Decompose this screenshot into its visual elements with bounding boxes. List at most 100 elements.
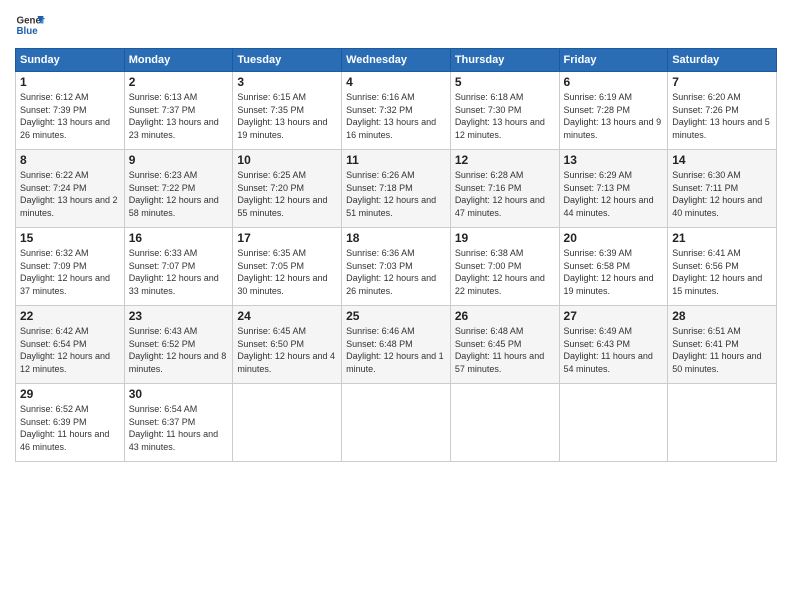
day-info: Sunrise: 6:41 AMSunset: 6:56 PMDaylight:… xyxy=(672,248,762,296)
calendar-cell: 29 Sunrise: 6:52 AMSunset: 6:39 PMDayligh… xyxy=(16,384,125,462)
day-number: 28 xyxy=(672,309,772,323)
weekday-header-thursday: Thursday xyxy=(450,49,559,72)
day-info: Sunrise: 6:29 AMSunset: 7:13 PMDaylight:… xyxy=(564,170,654,218)
day-info: Sunrise: 6:16 AMSunset: 7:32 PMDaylight:… xyxy=(346,92,436,140)
calendar-cell: 17 Sunrise: 6:35 AMSunset: 7:05 PMDayligh… xyxy=(233,228,342,306)
calendar-table: SundayMondayTuesdayWednesdayThursdayFrid… xyxy=(15,48,777,462)
calendar-cell: 2 Sunrise: 6:13 AMSunset: 7:37 PMDaylight… xyxy=(124,72,233,150)
day-info: Sunrise: 6:15 AMSunset: 7:35 PMDaylight:… xyxy=(237,92,327,140)
calendar-cell: 13 Sunrise: 6:29 AMSunset: 7:13 PMDayligh… xyxy=(559,150,668,228)
day-info: Sunrise: 6:38 AMSunset: 7:00 PMDaylight:… xyxy=(455,248,545,296)
day-info: Sunrise: 6:25 AMSunset: 7:20 PMDaylight:… xyxy=(237,170,327,218)
day-info: Sunrise: 6:45 AMSunset: 6:50 PMDaylight:… xyxy=(237,326,335,374)
day-number: 20 xyxy=(564,231,664,245)
calendar-cell: 26 Sunrise: 6:48 AMSunset: 6:45 PMDayligh… xyxy=(450,306,559,384)
day-number: 30 xyxy=(129,387,229,401)
day-number: 3 xyxy=(237,75,337,89)
calendar-cell: 15 Sunrise: 6:32 AMSunset: 7:09 PMDayligh… xyxy=(16,228,125,306)
calendar-cell: 1 Sunrise: 6:12 AMSunset: 7:39 PMDaylight… xyxy=(16,72,125,150)
weekday-header-tuesday: Tuesday xyxy=(233,49,342,72)
calendar-cell: 7 Sunrise: 6:20 AMSunset: 7:26 PMDaylight… xyxy=(668,72,777,150)
day-number: 1 xyxy=(20,75,120,89)
day-info: Sunrise: 6:19 AMSunset: 7:28 PMDaylight:… xyxy=(564,92,662,140)
calendar-cell: 6 Sunrise: 6:19 AMSunset: 7:28 PMDaylight… xyxy=(559,72,668,150)
calendar-cell: 10 Sunrise: 6:25 AMSunset: 7:20 PMDayligh… xyxy=(233,150,342,228)
calendar-week-row: 8 Sunrise: 6:22 AMSunset: 7:24 PMDaylight… xyxy=(16,150,777,228)
calendar-cell: 5 Sunrise: 6:18 AMSunset: 7:30 PMDaylight… xyxy=(450,72,559,150)
day-info: Sunrise: 6:30 AMSunset: 7:11 PMDaylight:… xyxy=(672,170,762,218)
weekday-header-friday: Friday xyxy=(559,49,668,72)
day-info: Sunrise: 6:39 AMSunset: 6:58 PMDaylight:… xyxy=(564,248,654,296)
day-number: 18 xyxy=(346,231,446,245)
calendar-cell: 22 Sunrise: 6:42 AMSunset: 6:54 PMDayligh… xyxy=(16,306,125,384)
day-info: Sunrise: 6:22 AMSunset: 7:24 PMDaylight:… xyxy=(20,170,118,218)
calendar-cell xyxy=(559,384,668,462)
calendar-cell xyxy=(450,384,559,462)
weekday-header-saturday: Saturday xyxy=(668,49,777,72)
day-number: 7 xyxy=(672,75,772,89)
day-number: 27 xyxy=(564,309,664,323)
day-info: Sunrise: 6:13 AMSunset: 7:37 PMDaylight:… xyxy=(129,92,219,140)
calendar-cell: 25Sunrise: 6:46 AMSunset: 6:48 PMDayligh… xyxy=(342,306,451,384)
weekday-header-wednesday: Wednesday xyxy=(342,49,451,72)
day-number: 19 xyxy=(455,231,555,245)
calendar-cell: 9Sunrise: 6:23 AMSunset: 7:22 PMDaylight… xyxy=(124,150,233,228)
day-number: 2 xyxy=(129,75,229,89)
day-number: 12 xyxy=(455,153,555,167)
day-number: 5 xyxy=(455,75,555,89)
day-number: 9 xyxy=(129,153,229,167)
day-info: Sunrise: 6:48 AMSunset: 6:45 PMDaylight:… xyxy=(455,326,544,374)
day-info: Sunrise: 6:43 AMSunset: 6:52 PMDaylight:… xyxy=(129,326,227,374)
logo: General Blue xyxy=(15,10,45,40)
weekday-header-row: SundayMondayTuesdayWednesdayThursdayFrid… xyxy=(16,49,777,72)
calendar-cell: 16 Sunrise: 6:33 AMSunset: 7:07 PMDayligh… xyxy=(124,228,233,306)
day-number: 10 xyxy=(237,153,337,167)
weekday-header-sunday: Sunday xyxy=(16,49,125,72)
day-number: 14 xyxy=(672,153,772,167)
calendar-cell: 8 Sunrise: 6:22 AMSunset: 7:24 PMDaylight… xyxy=(16,150,125,228)
calendar-cell: 14 Sunrise: 6:30 AMSunset: 7:11 PMDayligh… xyxy=(668,150,777,228)
day-number: 8 xyxy=(20,153,120,167)
day-number: 17 xyxy=(237,231,337,245)
day-number: 6 xyxy=(564,75,664,89)
calendar-cell: 4 Sunrise: 6:16 AMSunset: 7:32 PMDaylight… xyxy=(342,72,451,150)
calendar-week-row: 29 Sunrise: 6:52 AMSunset: 6:39 PMDayligh… xyxy=(16,384,777,462)
calendar-cell xyxy=(233,384,342,462)
day-number: 22 xyxy=(20,309,120,323)
day-number: 23 xyxy=(129,309,229,323)
day-info: Sunrise: 6:26 AMSunset: 7:18 PMDaylight:… xyxy=(346,170,436,218)
calendar-cell: 18 Sunrise: 6:36 AMSunset: 7:03 PMDayligh… xyxy=(342,228,451,306)
calendar-cell: 28Sunrise: 6:51 AMSunset: 6:41 PMDayligh… xyxy=(668,306,777,384)
day-info: Sunrise: 6:52 AMSunset: 6:39 PMDaylight:… xyxy=(20,404,109,452)
day-number: 16 xyxy=(129,231,229,245)
day-info: Sunrise: 6:35 AMSunset: 7:05 PMDaylight:… xyxy=(237,248,327,296)
day-number: 13 xyxy=(564,153,664,167)
calendar-cell: 30 Sunrise: 6:54 AMSunset: 6:37 PMDayligh… xyxy=(124,384,233,462)
day-info: Sunrise: 6:28 AMSunset: 7:16 PMDaylight:… xyxy=(455,170,545,218)
day-info: Sunrise: 6:36 AMSunset: 7:03 PMDaylight:… xyxy=(346,248,436,296)
day-info: Sunrise: 6:18 AMSunset: 7:30 PMDaylight:… xyxy=(455,92,545,140)
day-info: Sunrise: 6:12 AMSunset: 7:39 PMDaylight:… xyxy=(20,92,110,140)
day-info: Sunrise: 6:33 AMSunset: 7:07 PMDaylight:… xyxy=(129,248,219,296)
weekday-header-monday: Monday xyxy=(124,49,233,72)
day-number: 15 xyxy=(20,231,120,245)
day-info: Sunrise: 6:54 AMSunset: 6:37 PMDaylight:… xyxy=(129,404,218,452)
calendar-cell xyxy=(342,384,451,462)
day-info: Sunrise: 6:42 AMSunset: 6:54 PMDaylight:… xyxy=(20,326,110,374)
day-number: 21 xyxy=(672,231,772,245)
logo-icon: General Blue xyxy=(15,10,45,40)
day-number: 4 xyxy=(346,75,446,89)
page-header: General Blue xyxy=(15,10,777,40)
day-number: 24 xyxy=(237,309,337,323)
day-number: 11 xyxy=(346,153,446,167)
calendar-cell: 27 Sunrise: 6:49 AMSunset: 6:43 PMDayligh… xyxy=(559,306,668,384)
day-info: Sunrise: 6:20 AMSunset: 7:26 PMDaylight:… xyxy=(672,92,770,140)
day-info: Sunrise: 6:49 AMSunset: 6:43 PMDaylight:… xyxy=(564,326,653,374)
day-info: Sunrise: 6:32 AMSunset: 7:09 PMDaylight:… xyxy=(20,248,110,296)
day-number: 29 xyxy=(20,387,120,401)
day-number: 26 xyxy=(455,309,555,323)
calendar-cell: 11 Sunrise: 6:26 AMSunset: 7:18 PMDayligh… xyxy=(342,150,451,228)
calendar-week-row: 1 Sunrise: 6:12 AMSunset: 7:39 PMDaylight… xyxy=(16,72,777,150)
calendar-cell: 3 Sunrise: 6:15 AMSunset: 7:35 PMDaylight… xyxy=(233,72,342,150)
calendar-cell: 12 Sunrise: 6:28 AMSunset: 7:16 PMDayligh… xyxy=(450,150,559,228)
